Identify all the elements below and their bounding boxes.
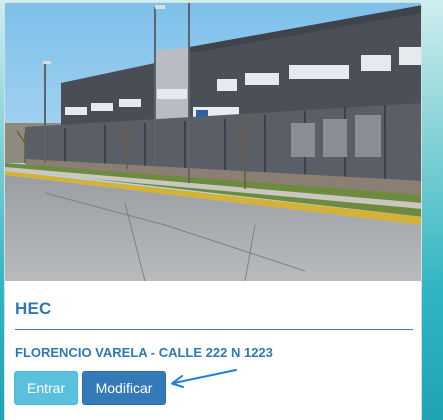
enter-button[interactable]: Entrar (14, 371, 78, 405)
card-title: HEC (15, 299, 52, 318)
establishment-address: FLORENCIO VARELA - CALLE 222 N 1223 (15, 345, 273, 360)
title-divider (15, 329, 413, 330)
school-building-photo (5, 3, 421, 281)
modify-button[interactable]: Modificar (82, 371, 166, 405)
annotation-arrow-icon (171, 369, 237, 388)
establishment-card: HEC FLORENCIO VARELA - CALLE 222 N 1223 … (4, 2, 422, 420)
